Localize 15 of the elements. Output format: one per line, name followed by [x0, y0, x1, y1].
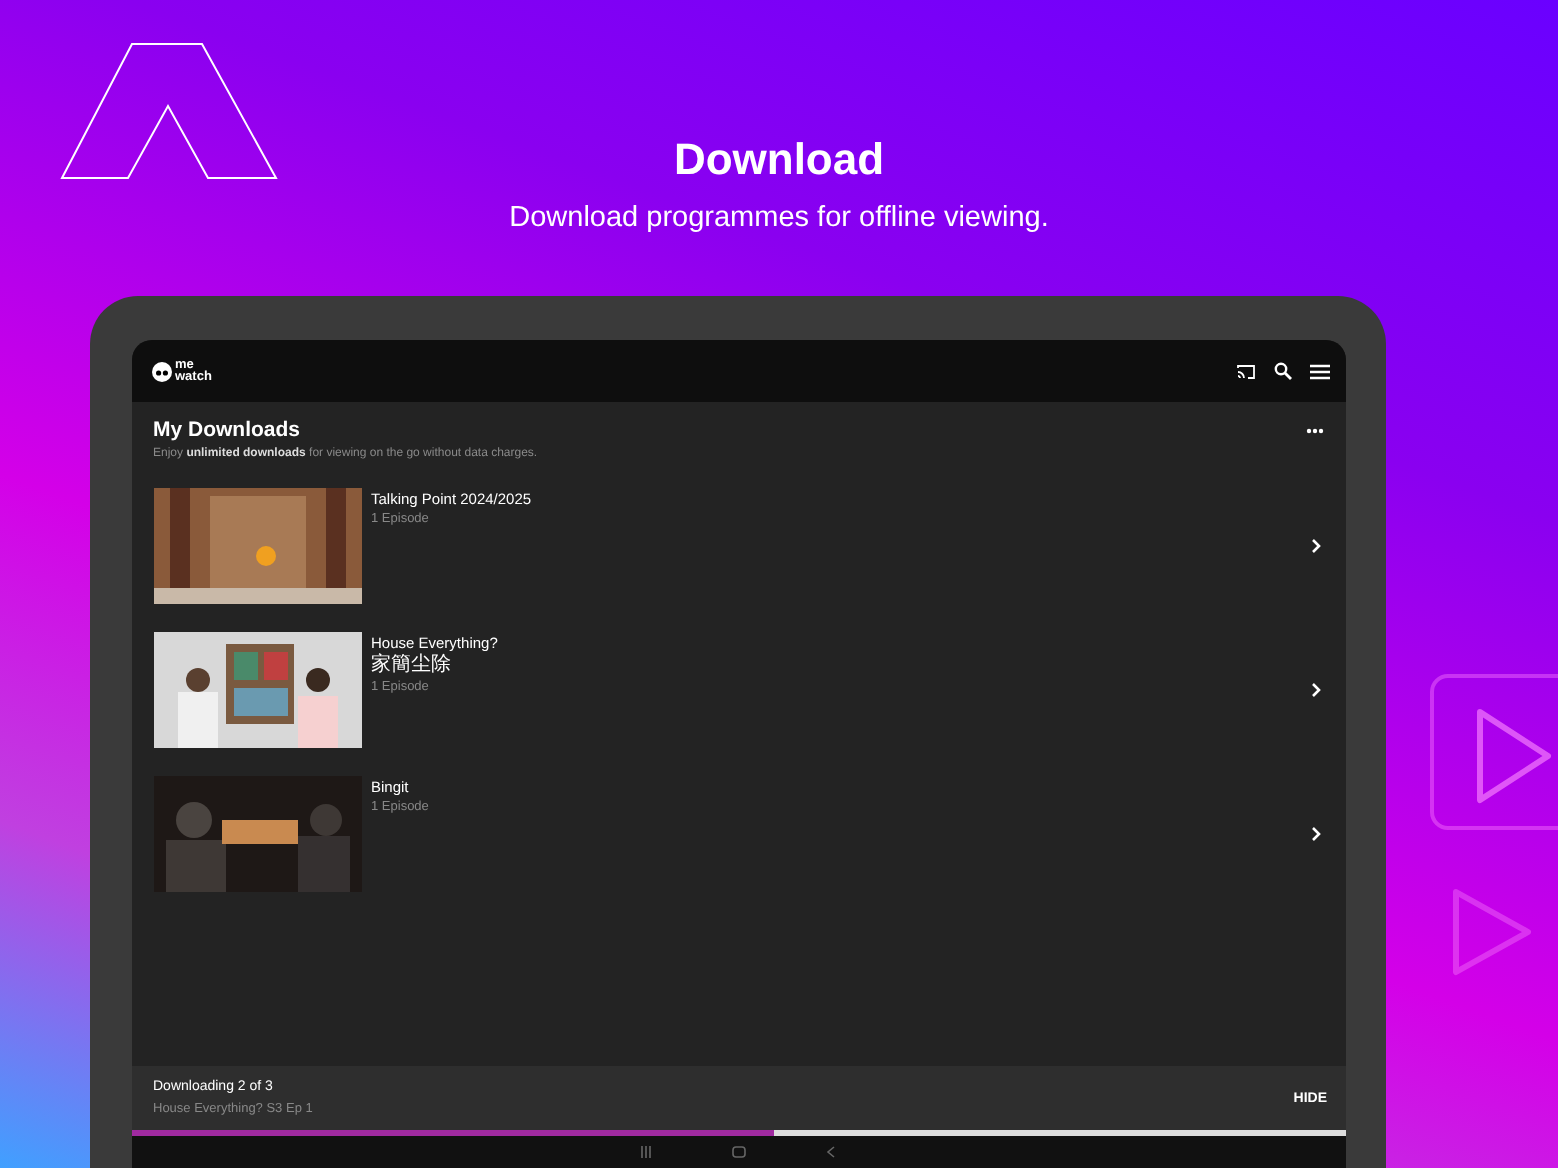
home-icon[interactable]: [732, 1146, 746, 1158]
chevron-icon[interactable]: [1307, 682, 1323, 698]
chevron-icon[interactable]: [1307, 826, 1323, 842]
logo-icon: [151, 361, 171, 381]
promo-title: Download: [673, 134, 885, 186]
more-icon[interactable]: [1305, 427, 1323, 433]
menu-icon[interactable]: [1309, 363, 1329, 379]
recents-icon[interactable]: [640, 1146, 652, 1158]
chevron-icon[interactable]: [1307, 538, 1323, 554]
page-title: My Downloads: [153, 418, 301, 442]
back-icon[interactable]: [826, 1146, 836, 1158]
cast-icon[interactable]: [1235, 363, 1255, 379]
promo-subtitle: Download programmes for offline viewing.: [509, 202, 1049, 234]
show-subtitle: 家簡尘除: [371, 656, 453, 676]
search-icon[interactable]: [1273, 362, 1291, 380]
